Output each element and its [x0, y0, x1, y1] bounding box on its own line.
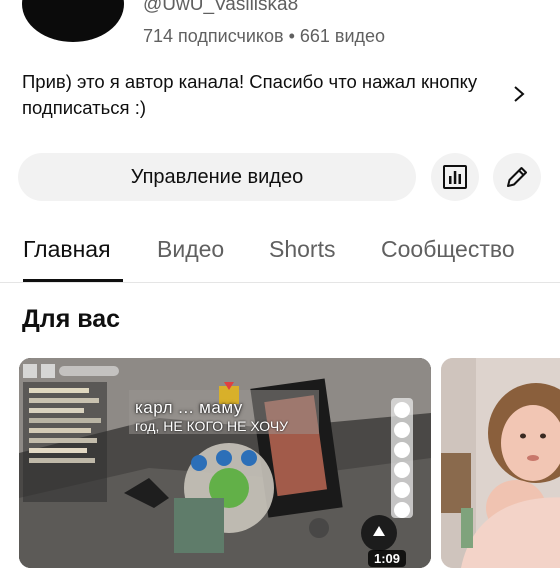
channel-stats: 714 подписчиков • 661 видео: [143, 26, 386, 46]
bar-chart-icon: [443, 165, 467, 189]
person-photo-image: [441, 358, 560, 568]
channel-avatar[interactable]: [22, 0, 124, 42]
manage-videos-button[interactable]: Управление видео: [18, 153, 416, 201]
section-title: Для вас: [22, 305, 121, 333]
active-tab-indicator: [23, 279, 123, 282]
analytics-button[interactable]: [431, 153, 479, 201]
game-scene-image: [19, 358, 431, 568]
video-duration-badge: 1:09: [368, 550, 407, 567]
channel-description[interactable]: Прив) это я автор канала! Спасибо что на…: [22, 69, 492, 121]
tab-shorts[interactable]: Shorts: [269, 236, 335, 263]
thumbnail-overlay-subtitle: год, НЕ КОГО НЕ ХОЧУ: [135, 418, 289, 434]
channel-handle: @UwU_Vasiliska8: [143, 0, 299, 15]
thumbnail-overlay-title: карл ... маму: [135, 398, 243, 417]
edit-channel-button[interactable]: [493, 153, 541, 201]
manage-videos-label: Управление видео: [130, 165, 304, 188]
channel-tabs: Главная Видео Shorts Сообщество: [0, 232, 560, 283]
tab-community[interactable]: Сообщество: [381, 236, 515, 263]
video-thumbnail[interactable]: [19, 358, 431, 568]
pencil-icon: [507, 167, 527, 187]
video-thumbnail[interactable]: [441, 358, 560, 568]
tab-home[interactable]: Главная: [23, 236, 111, 263]
tab-videos[interactable]: Видео: [157, 236, 224, 263]
chevron-right-icon[interactable]: [510, 84, 528, 104]
